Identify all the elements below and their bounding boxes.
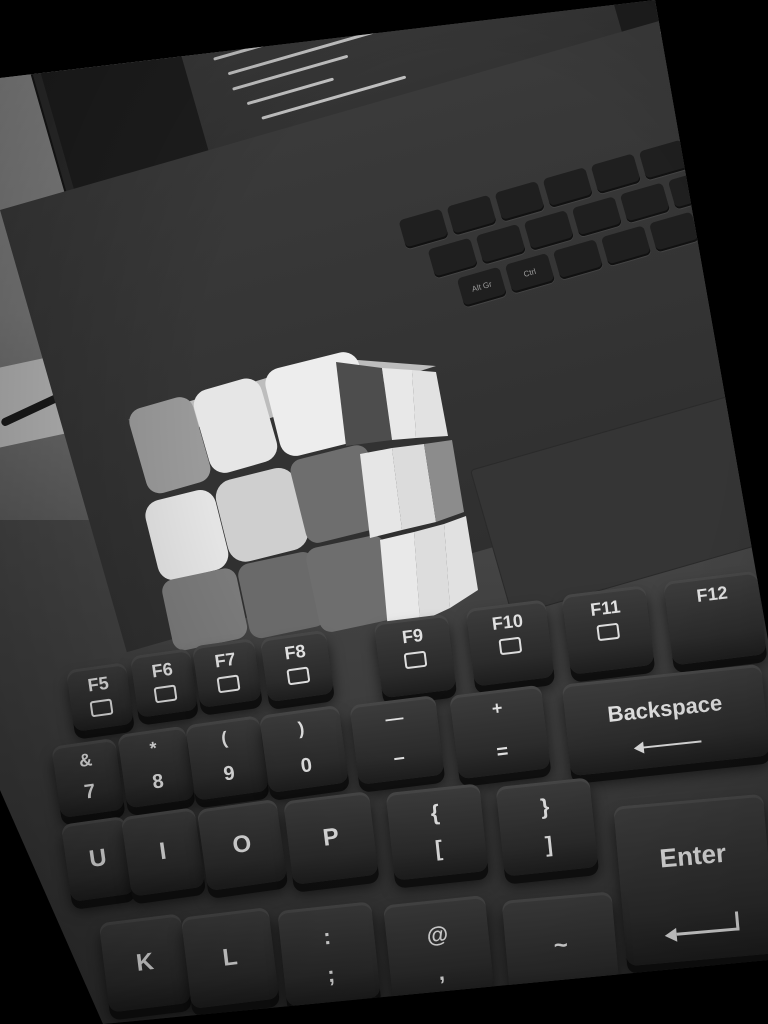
enter-arrow-icon xyxy=(675,911,740,936)
key-f6-label: F6 xyxy=(150,658,174,682)
laptop-key xyxy=(763,141,768,183)
key-f11-label: F11 xyxy=(589,596,622,620)
code-line xyxy=(199,28,258,49)
next-track-icon xyxy=(153,684,178,704)
key-i-label: I xyxy=(157,837,169,866)
laptop-key xyxy=(686,125,738,167)
key-right-bracket-shift: } xyxy=(539,793,551,820)
key-enter[interactable]: Enter xyxy=(613,793,768,967)
key-9-label: 9 xyxy=(222,762,237,786)
key-apostrophe[interactable]: @ , xyxy=(383,894,495,1006)
key-semicolon-shift: : xyxy=(322,923,333,950)
key-apostrophe-label: , xyxy=(436,959,446,986)
key-k[interactable]: K xyxy=(98,913,192,1013)
key-f7-label: F7 xyxy=(213,648,237,672)
key-f5-label: F5 xyxy=(86,672,110,696)
key-p[interactable]: P xyxy=(283,791,379,885)
key-0-shift: ) xyxy=(296,717,306,739)
laptop-key xyxy=(734,112,768,153)
key-8-shift: * xyxy=(148,737,159,759)
laptop-key xyxy=(696,197,748,239)
photo-scene: Alt Gr Ctrl F5 F6 F7 F8 F9 F10 F11 F12 &… xyxy=(0,0,768,1024)
key-tilde-label: ~ xyxy=(552,931,569,960)
key-7[interactable]: & 7 xyxy=(51,737,125,819)
key-0-label: 0 xyxy=(299,754,314,778)
key-f10-label: F10 xyxy=(490,610,525,634)
key-f6[interactable]: F6 xyxy=(129,648,199,718)
key-right-bracket[interactable]: } ] xyxy=(495,777,599,877)
key-f8[interactable]: F8 xyxy=(259,629,335,703)
key-p-label: P xyxy=(321,823,341,852)
key-l[interactable]: L xyxy=(180,906,280,1010)
key-equals-shift: + xyxy=(490,697,504,719)
key-backspace[interactable]: Backspace xyxy=(561,663,768,777)
key-0[interactable]: ) 0 xyxy=(258,704,350,794)
key-9[interactable]: ( 9 xyxy=(185,715,269,801)
key-o-label: O xyxy=(230,829,254,860)
key-f9-label: F9 xyxy=(400,624,425,648)
key-i[interactable]: I xyxy=(120,807,206,897)
key-o[interactable]: O xyxy=(196,798,288,892)
key-f11[interactable]: F11 xyxy=(561,585,655,675)
key-right-bracket-label: ] xyxy=(543,831,554,858)
key-left-bracket-label: [ xyxy=(433,835,444,862)
key-f12[interactable]: F12 xyxy=(663,570,767,666)
key-u-label: U xyxy=(87,843,109,874)
key-f12-label: F12 xyxy=(695,582,729,606)
key-7-shift: & xyxy=(77,749,94,771)
key-equals-label: = xyxy=(495,740,510,764)
key-tilde[interactable]: ~ xyxy=(501,891,621,1005)
key-f10[interactable]: F10 xyxy=(465,599,555,687)
key-minus[interactable]: — – xyxy=(349,695,445,785)
key-semicolon-label: ; xyxy=(326,961,337,988)
key-apostrophe-shift: @ xyxy=(425,921,450,949)
key-f9[interactable]: F9 xyxy=(373,613,457,699)
play-media-icon xyxy=(89,698,114,718)
key-8[interactable]: * 8 xyxy=(117,725,195,809)
key-l-label: L xyxy=(221,943,239,972)
key-semicolon[interactable]: : ; xyxy=(277,901,381,1007)
mute-icon xyxy=(403,650,428,670)
left-arrow-icon xyxy=(635,740,702,750)
key-9-shift: ( xyxy=(219,727,229,749)
key-7-label: 7 xyxy=(82,780,97,804)
key-8-label: 8 xyxy=(151,770,166,794)
key-f8-label: F8 xyxy=(283,640,307,664)
key-equals[interactable]: + = xyxy=(449,684,551,780)
key-enter-label: Enter xyxy=(658,837,728,874)
key-left-bracket[interactable]: { [ xyxy=(385,783,489,881)
laptop-key xyxy=(745,183,768,225)
key-minus-label: – xyxy=(392,746,407,770)
pause-media-icon xyxy=(216,674,241,694)
stop-media-icon xyxy=(286,666,311,686)
key-k-label: K xyxy=(134,948,156,977)
key-f7[interactable]: F7 xyxy=(191,637,263,709)
key-f5[interactable]: F5 xyxy=(65,662,135,732)
laptop-key xyxy=(715,154,767,196)
key-minus-shift: — xyxy=(384,707,405,730)
external-keyboard: F5 F6 F7 F8 F9 F10 F11 F12 & 7 * 8 (9)… xyxy=(0,0,768,1024)
key-backspace-label: Backspace xyxy=(606,690,724,727)
key-left-bracket-shift: { xyxy=(429,799,441,826)
grayscale-photo: Alt Gr Ctrl F5 F6 F7 F8 F9 F10 F11 F12 &… xyxy=(0,0,768,1024)
volume-down-icon xyxy=(498,636,523,656)
volume-up-icon xyxy=(596,622,621,642)
code-line xyxy=(194,0,321,33)
